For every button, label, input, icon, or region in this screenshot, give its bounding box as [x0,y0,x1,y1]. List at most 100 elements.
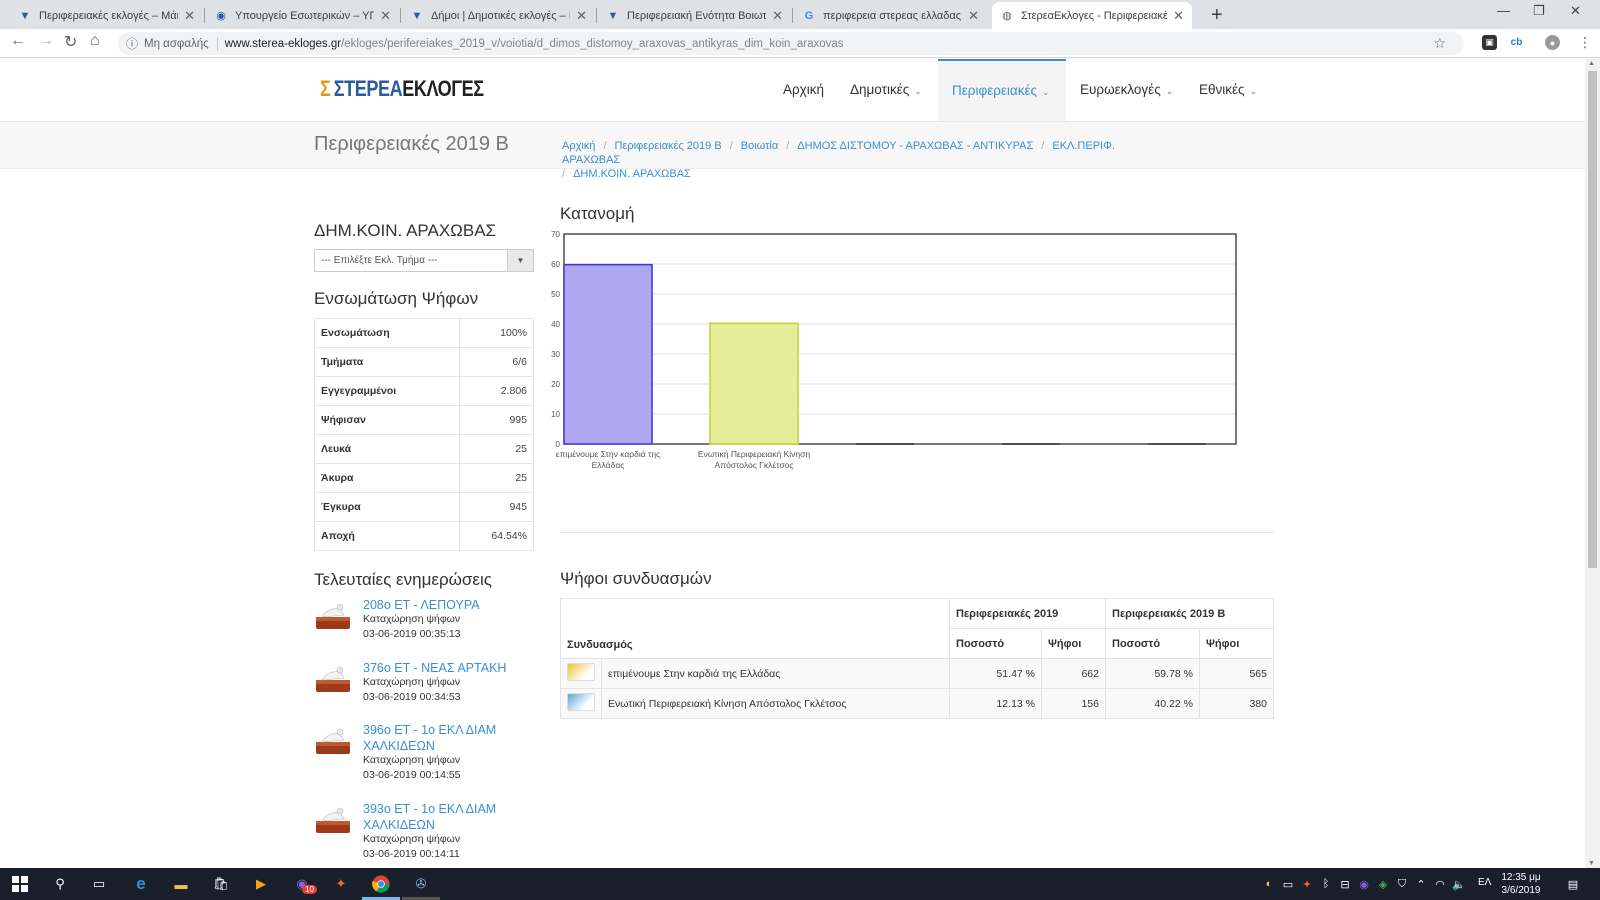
windows-start-icon[interactable] [10,874,30,894]
tab-title: Περιφερειακή Ενότητα Βοιωτία [627,9,767,22]
breadcrumb-item[interactable]: Περιφερειακές 2019 Β [615,140,722,152]
browser-tab-active[interactable]: ◍ ΣτερεαΕκλογες - Περιφερειακές ✕ [992,2,1192,29]
extension-cb-icon[interactable]: cb [1509,35,1524,50]
reload-icon[interactable]: ↻ [64,32,77,52]
nav-label: Αρχική [783,82,825,97]
breadcrumb-item[interactable]: ΔΗΜΟΣ ΔΙΣΤΟΜΟΥ - ΑΡΑΧΩΒΑΣ - ΑΝΤΙΚΥΡΑΣ [797,140,1033,152]
party-votes-title: Ψήφοι συνδυασμών [560,569,712,588]
close-tab-icon[interactable]: ✕ [1173,8,1184,24]
nav-municipal[interactable]: Δημοτικές ⌄ [836,59,936,121]
tab-separator [204,8,205,23]
tray-green-icon[interactable]: ◈ [1376,877,1390,891]
address-bar[interactable]: ⓘ Μη ασφαλής www.sterea-ekloges.gr/eklog… [118,32,1464,55]
update-timestamp: 03-06-2019 00:14:55 [363,769,461,781]
close-window-icon[interactable]: ✕ [1570,3,1581,19]
home-icon[interactable]: ⌂ [90,32,100,50]
party-row: Ενωτική Περιφερειακή Κίνηση Απόστολος Γκ… [560,688,1274,719]
breadcrumb-item[interactable]: Βοιωτία [741,140,778,152]
chrome-icon[interactable] [371,874,391,894]
update-description: Καταχώρηση ψήφων [363,676,461,688]
tray-chevron-icon[interactable]: ⌃ [1414,877,1428,891]
extension-icon[interactable]: ▣ [1482,35,1497,50]
scroll-down-icon[interactable]: ▼ [1588,860,1595,867]
close-tab-icon[interactable]: ✕ [576,8,587,24]
close-tab-icon[interactable]: ✕ [184,8,195,24]
polling-station-select[interactable]: --- Επιλέξτε Εκλ. Τμήμα --- ▼ [314,249,534,272]
forward-arrow-icon[interactable]: → [38,32,54,50]
tray-app-icon[interactable]: ◐ [1262,877,1276,891]
x-tick-label: Απόστολος Γκλέτσος [715,460,794,470]
bookmark-star-icon[interactable]: ☆ [1433,35,1446,52]
file-explorer-icon[interactable]: ▬ [171,874,191,894]
taskbar-clock[interactable]: 12:35 μμ 3/6/2019 [1496,871,1546,897]
stat-label: Ενσωμάτωση [314,318,460,348]
nav-home[interactable]: Αρχική [769,59,838,121]
close-tab-icon[interactable]: ✕ [380,8,391,24]
volume-icon[interactable]: 🔈 [1452,877,1466,891]
stat-value: 25 [459,463,534,493]
bluetooth-icon[interactable]: ᛒ [1319,877,1333,891]
page-scrollbar[interactable]: ▲ ▼ [1585,59,1600,868]
update-link[interactable]: 393ο ΕΤ - 1ο ΕΚΛ ΔΙΑΜ ΧΑΛΚΙΔΕΩΝ [363,801,513,833]
latest-updates-title: Τελευταίες ενημερώσεις [314,570,492,589]
scroll-thumb[interactable] [1588,71,1597,568]
breadcrumb-item[interactable]: ΔΗΜ.ΚΟΙΝ. ΑΡΑΧΩΒΑΣ [573,168,691,180]
profile-avatar-icon[interactable]: ● [1545,35,1560,50]
nav-label: Περιφερειακές [952,83,1037,98]
edge-browser-icon[interactable]: e [131,874,151,894]
browser-tab-5[interactable]: G περιφερεια στερεας ελλαδας εκ ✕ [794,2,987,29]
chevron-down-icon: ⌄ [1042,87,1050,97]
chart-bar [563,263,653,445]
tab-separator [400,8,401,23]
browser-tab-4[interactable]: ▼ Περιφερειακή Ενότητα Βοιωτία ✕ [598,2,791,29]
tray-shield-icon[interactable]: ⛉ [1395,877,1409,891]
language-indicator[interactable]: ΕΛ [1478,877,1491,888]
community-title: ΔΗΜ.ΚΟΙΝ. ΑΡΑΧΩΒΑΣ [314,221,497,240]
tray-network-icon[interactable]: ⊟ [1338,877,1352,891]
scroll-up-icon[interactable]: ▲ [1588,60,1595,67]
breadcrumb-item[interactable]: Αρχική [562,140,595,152]
restore-icon[interactable]: ❐ [1533,3,1545,19]
minimize-icon[interactable]: — [1497,3,1510,18]
task-view-icon[interactable]: ▭ [89,874,109,894]
close-tab-icon[interactable]: ✕ [968,8,979,24]
party-logo-icon [567,663,595,681]
browser-tab-1[interactable]: ▼ Περιφερειακές εκλογές – Μάιος ✕ [10,2,203,29]
avast-icon[interactable]: ✦ [331,874,351,894]
wifi-icon[interactable]: ◠ [1433,877,1447,891]
close-tab-icon[interactable]: ✕ [772,8,783,24]
stat-value: 25 [459,434,534,464]
y-tick-label: 20 [551,380,560,389]
info-icon[interactable]: ⓘ [126,35,138,52]
update-link[interactable]: 376ο ΕΤ - ΝΕΑΣ ΑΡΤΑΚΗ [363,660,513,676]
media-player-icon[interactable]: ▶ [251,874,271,894]
stats-row: Τμήματα 6/6 [314,347,534,377]
ballot-box-icon [316,666,350,692]
update-timestamp: 03-06-2019 00:14:11 [363,848,460,860]
store-icon[interactable]: 🛍 [211,874,231,894]
stat-label: Τμήματα [314,347,460,377]
browser-tab-3[interactable]: ▼ Δήμοι | Δημοτικές εκλογές – Μά ✕ [402,2,595,29]
dropdown-arrow-icon[interactable]: ▼ [507,250,533,271]
back-arrow-icon[interactable]: ← [10,32,26,50]
stat-value: 6/6 [459,347,534,377]
new-tab-button[interactable]: + [1211,4,1223,27]
tray-avast-icon[interactable]: ✦ [1300,877,1314,891]
notifications-icon[interactable]: ▤ [1566,877,1580,891]
nav-national[interactable]: Εθνικές ⌄ [1185,59,1271,121]
chart-bar [709,322,799,445]
party-logo-icon [567,693,595,711]
search-icon[interactable]: ⚲ [50,874,70,894]
update-link[interactable]: 208ο ΕΤ - ΛΕΠΟΥΡΑ [363,597,513,613]
ballot-box-icon [316,603,350,629]
tray-battery-icon[interactable]: ▭ [1281,877,1295,891]
tray-viber-icon[interactable]: ◉ [1357,877,1371,891]
site-logo[interactable]: Σ ΣΤΕΡΕΑ ΕΚΛΟΓΕΣ [320,76,484,102]
update-link[interactable]: 396ο ΕΤ - 1ο ΕΚΛ ΔΙΑΜ ΧΑΛΚΙΔΕΩΝ [363,722,513,754]
nav-european[interactable]: Ευρωεκλογές ⌄ [1066,59,1187,121]
app-icon[interactable]: ✇ [411,874,431,894]
chevron-down-icon: ⌄ [1249,86,1258,96]
browser-tab-2[interactable]: ◉ Υπουργείο Εσωτερικών – ΥΠΕΣ ✕ [206,2,399,29]
nav-regional[interactable]: Περιφερειακές ⌄ [938,59,1066,121]
more-menu-icon[interactable]: ⋮ [1578,34,1592,51]
